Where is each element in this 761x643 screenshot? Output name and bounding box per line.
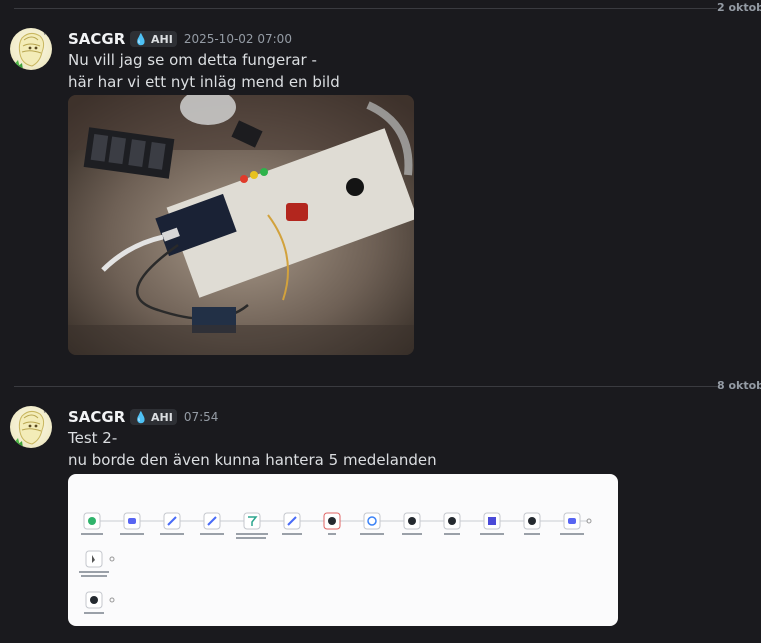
date-divider: 8 oktober 2025	[0, 378, 761, 394]
avatar[interactable]	[10, 28, 52, 70]
timestamp[interactable]: 2025-10-02 07:00	[184, 32, 292, 46]
divider-line	[14, 8, 717, 9]
image-attachment[interactable]	[68, 474, 618, 626]
username[interactable]: SACGR	[68, 408, 125, 426]
droplet-icon: 💧	[134, 410, 148, 424]
breadboard-photo	[68, 95, 414, 355]
divider-line	[14, 386, 717, 387]
date-divider: 2 oktober 2025	[0, 0, 761, 16]
image-attachment[interactable]	[68, 95, 414, 355]
workflow-image	[79, 512, 592, 614]
timestamp[interactable]: 07:54	[184, 410, 219, 424]
message-line: nu borde den även kunna hantera 5 medela…	[68, 451, 437, 469]
avatar[interactable]	[10, 406, 52, 448]
divider-date: 2 oktober 2025	[717, 1, 761, 14]
droplet-icon: 💧	[134, 32, 148, 46]
message-line: Test 2-	[68, 429, 118, 447]
clan-tag-label: AHI	[151, 410, 173, 424]
username[interactable]: SACGR	[68, 30, 125, 48]
divider-date: 8 oktober 2025	[717, 379, 761, 392]
clan-tag[interactable]: 💧 AHI	[130, 31, 177, 47]
avatar-image	[13, 31, 52, 70]
message-line: här har vi ett nyt inläg mend en bild	[68, 73, 340, 91]
message-line: Nu vill jag se om detta fungerar -	[68, 51, 317, 69]
avatar-image	[13, 409, 52, 448]
clan-tag-label: AHI	[151, 32, 173, 46]
clan-tag[interactable]: 💧 AHI	[130, 409, 177, 425]
